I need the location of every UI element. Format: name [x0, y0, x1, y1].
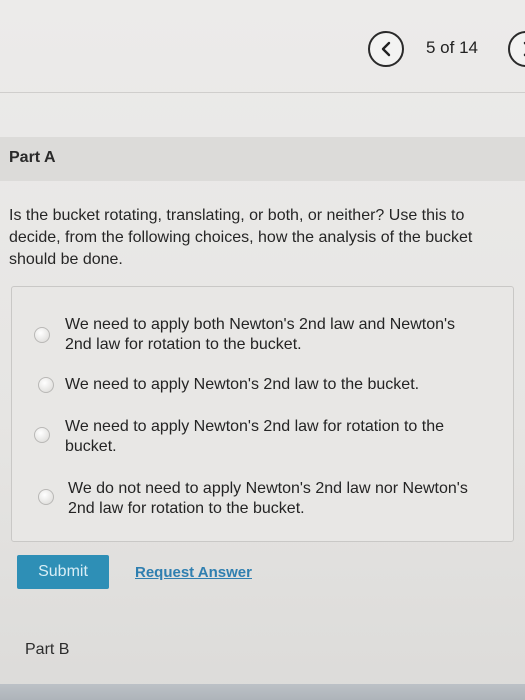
- answer-options: We need to apply both Newton's 2nd law a…: [11, 286, 514, 542]
- option-label: We need to apply both Newton's 2nd law a…: [65, 316, 456, 353]
- question-counter: 5 of 14: [426, 38, 478, 57]
- option-label: We do not need to apply Newton's 2nd law…: [68, 480, 468, 517]
- next-question-button[interactable]: [508, 31, 525, 67]
- part-a-header: Part A: [0, 137, 525, 181]
- next-section-strip: [0, 684, 525, 700]
- option-label: We need to apply Newton's 2nd law for ro…: [65, 418, 444, 455]
- radio-button[interactable]: [38, 377, 54, 393]
- previous-question-button[interactable]: [368, 31, 404, 67]
- radio-button[interactable]: [34, 427, 50, 443]
- request-answer-link[interactable]: Request Answer: [135, 564, 252, 581]
- question-navigation: 5 of 14: [0, 0, 525, 92]
- question-text: Is the bucket rotating, translating, or …: [9, 207, 473, 268]
- submit-button[interactable]: Submit: [17, 555, 109, 589]
- part-a-label: Part A: [9, 149, 56, 166]
- part-b-label[interactable]: Part B: [25, 641, 69, 659]
- page: 5 of 14 Part A Is the bucket rotating, t…: [0, 0, 525, 700]
- divider: [0, 92, 525, 93]
- chevron-left-icon: [381, 41, 391, 57]
- radio-button[interactable]: [34, 327, 50, 343]
- option-label: We need to apply Newton's 2nd law to the…: [65, 376, 420, 393]
- radio-button[interactable]: [38, 489, 54, 505]
- chevron-right-icon: [523, 41, 525, 57]
